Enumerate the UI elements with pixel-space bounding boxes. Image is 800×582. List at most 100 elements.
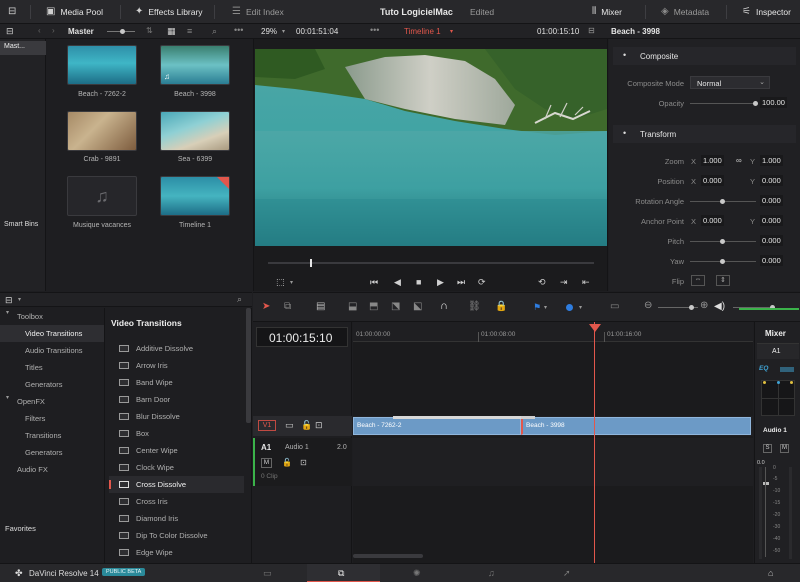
v1-track-label[interactable]: V1 [258,420,276,431]
transition-item[interactable]: Center Wipe [109,442,244,459]
yaw-slider-handle[interactable] [720,259,725,264]
flip-horizontal-icon[interactable]: ⇔ [691,275,705,286]
transform-section-header[interactable]: • Transform [613,125,796,143]
pitch-slider-handle[interactable] [720,239,725,244]
timeline-selector[interactable]: Timeline 1 [404,27,441,36]
transition-item[interactable]: Barn Door [109,391,244,408]
chevron-down-icon[interactable]: ▾ [282,27,285,37]
clip-thumbnail-sea-6399[interactable] [160,111,230,151]
viewer-settings-icon[interactable]: ⊟ [588,26,595,36]
metadata-button[interactable]: ◈ Metadata [661,0,709,24]
opacity-slider[interactable] [690,103,756,104]
more-options-icon[interactable]: ••• [234,25,243,35]
linked-selection-icon[interactable]: ⛓ [468,302,481,312]
timeline-playhead[interactable] [594,322,595,563]
loop-icon[interactable]: ⟳ [478,277,486,287]
a1-track-label[interactable]: A1 [261,443,271,452]
transition-item[interactable]: Cross Iris [109,493,244,510]
viewer-frame[interactable] [255,49,607,246]
transition-item[interactable]: Dip To Color Dissolve [109,527,244,544]
transition-item[interactable]: Diamond Iris [109,510,244,527]
search-icon[interactable]: ⌕ [212,26,217,36]
pitch-value[interactable]: 0.000 [760,235,783,246]
zoom-in-icon[interactable]: ⊕ [700,301,708,311]
tree-transitions[interactable]: Transitions [0,427,104,444]
track-visibility-icon[interactable]: ⊡ [315,420,323,430]
flip-vertical-icon[interactable]: ⇕ [716,275,730,286]
rotation-slider-handle[interactable] [720,199,725,204]
clip-thumbnail-beach-7262[interactable] [67,45,137,85]
timeline-clip-beach-7262[interactable]: Beach - 7262-2 [353,417,521,435]
marker-chevron-icon[interactable]: ▾ [579,303,582,313]
sort-icon[interactable]: ⇅ [146,26,153,36]
flag-icon[interactable]: ⚑ [533,302,541,312]
opacity-value[interactable]: 100.00 [760,97,787,108]
thumbnail-view-icon[interactable]: ▦ [167,26,176,36]
track-auto-select-icon[interactable]: 🔓 [301,420,312,430]
viewer-zoom[interactable]: 29% [261,27,277,36]
link-icon[interactable]: ∞ [736,156,742,166]
fairlight-page-icon[interactable]: ♫ [488,568,495,578]
transform-overlay-icon[interactable]: ⬚ [276,277,285,287]
effects-library-button[interactable]: ✦ Effects Library [135,0,203,24]
deliver-page-icon[interactable]: ➚ [563,568,571,578]
track-lock-icon[interactable]: ▭ [285,420,294,430]
bin-list-toggle-icon[interactable]: ⊟ [6,26,14,36]
clip-thumbnail-beach-3998[interactable]: ♫ [160,45,230,85]
transition-item[interactable]: Band Wipe [109,374,244,391]
clip-thumbnail-audio[interactable]: ♫ [67,176,137,216]
transition-item[interactable]: Arrow Iris [109,357,244,374]
master-bin[interactable]: Mast... [4,43,25,50]
playhead-marker[interactable] [589,324,601,332]
timeline-zoom-handle[interactable] [689,305,694,310]
color-page-icon[interactable]: ✺ [413,568,421,578]
tree-video-transitions[interactable]: Video Transitions [0,325,104,342]
transition-item[interactable]: Box [109,425,244,442]
effects-search-icon[interactable]: ⌕ [237,294,242,304]
zoom-full-icon[interactable]: ▭ [610,302,619,312]
opacity-slider-handle[interactable] [753,101,758,106]
timeline-chevron-icon[interactable]: ▾ [450,27,453,37]
speaker-icon[interactable]: ◀) [714,302,725,312]
position-y-value[interactable]: 0.000 [760,175,783,186]
inspector-button[interactable]: ⚟ Inspector [742,0,791,24]
timeline-ruler[interactable]: 01:00:00:00 01:00:08:00 01:00:16:00 [353,322,753,342]
effects-panel-toggle-icon[interactable]: ⊟ [5,295,13,305]
audio-auto-select-icon[interactable]: ⊡ [300,458,307,468]
viewer-options-icon[interactable]: ••• [370,25,379,35]
fullscreen-icon[interactable]: ⇤ [582,277,590,287]
zoom-y-value[interactable]: 1.000 [760,155,783,166]
home-icon[interactable]: ⌂ [768,568,773,578]
overwrite-clip-icon[interactable]: ⬒ [369,302,378,312]
transition-item-selected[interactable]: Cross Dissolve [109,476,244,493]
smart-bins-label[interactable]: Smart Bins [4,221,38,228]
yaw-value[interactable]: 0.000 [760,255,783,266]
transition-item[interactable]: Blur Dissolve [109,408,244,425]
pan-control[interactable] [761,380,795,416]
transition-handle[interactable] [521,416,535,419]
timeline-clip-beach-3998[interactable]: Beach - 3998 [521,417,751,435]
play-reverse-icon[interactable]: ◀ [394,277,401,287]
stop-icon[interactable]: ■ [416,277,421,287]
anchor-x-value[interactable]: 0.000 [701,215,724,226]
fit-to-fill-icon[interactable]: ⬕ [413,302,422,312]
thumbnail-size-handle[interactable] [120,29,125,34]
edit-page-tab[interactable]: ⧉ [307,564,380,582]
viewer-scrubber[interactable] [268,262,594,264]
tree-favorites[interactable]: Favorites [0,520,104,537]
back-icon[interactable]: ‹ [38,26,41,36]
tree-generators[interactable]: Generators [0,376,104,393]
list-view-icon[interactable]: ≡ [187,26,192,36]
rotation-value[interactable]: 0.000 [760,195,783,206]
blade-edit-icon[interactable]: ▤ [316,302,325,312]
audio-lock-icon[interactable]: 🔓 [282,458,292,468]
timeline-tracks[interactable]: 01:00:00:00 01:00:08:00 01:00:16:00 Beac… [353,322,753,563]
tree-toolbox[interactable]: ▾ Toolbox [0,308,104,325]
composite-section-header[interactable]: • Composite [613,47,796,65]
clip-thumbnail-crab-9891[interactable] [67,111,137,151]
mixer-button[interactable]: ⫴ Mixer [592,0,622,24]
media-pool-button[interactable]: ▣ Media Pool [46,0,103,24]
anchor-y-value[interactable]: 0.000 [760,215,783,226]
match-frame-icon[interactable]: ⟲ [538,277,546,287]
tree-openfx-generators[interactable]: Generators [0,444,104,461]
